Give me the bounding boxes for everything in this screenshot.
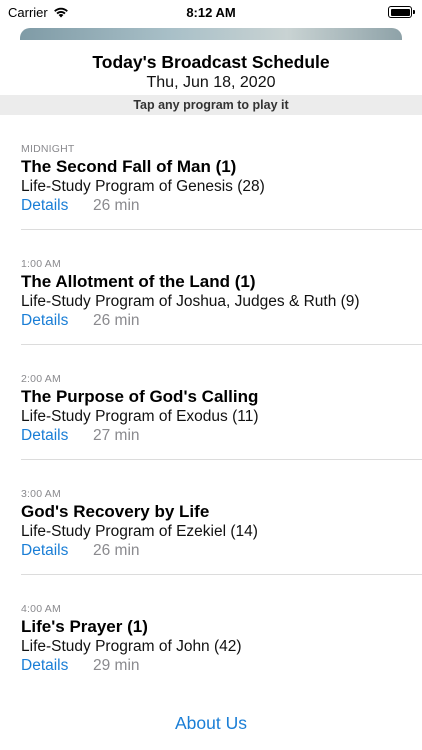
program-duration: 26 min (93, 542, 140, 559)
schedule-date: Thu, Jun 18, 2020 (146, 74, 276, 91)
schedule-sheet: Today's Broadcast Schedule Thu, Jun 18, … (0, 40, 422, 750)
program-series: Life-Study Program of Joshua, Judges & R… (21, 293, 360, 310)
program-series: Life-Study Program of John (42) (21, 638, 242, 655)
program-time: MIDNIGHT (21, 143, 75, 155)
details-link[interactable]: Details (21, 311, 68, 330)
program-title: The Second Fall of Man (1) (21, 157, 237, 176)
carrier-group: Carrier (8, 5, 69, 20)
program-title: The Purpose of God's Calling (21, 387, 259, 406)
details-link[interactable]: Details (21, 196, 68, 215)
details-link[interactable]: Details (21, 656, 68, 675)
program-duration: 26 min (93, 312, 140, 329)
program-item[interactable]: 2:00 AM The Purpose of God's Calling Lif… (0, 345, 422, 460)
program-time: 2:00 AM (21, 373, 61, 385)
hint-text: Tap any program to play it (133, 98, 289, 112)
program-series: Life-Study Program of Genesis (28) (21, 178, 265, 195)
program-item[interactable]: MIDNIGHT The Second Fall of Man (1) Life… (0, 115, 422, 230)
program-title: The Allotment of the Land (1) (21, 272, 256, 291)
details-link[interactable]: Details (21, 541, 68, 560)
program-duration: 26 min (93, 197, 140, 214)
hint-bar: Tap any program to play it (0, 95, 422, 115)
sheet-header: Today's Broadcast Schedule Thu, Jun 18, … (0, 40, 422, 95)
page-title: Today's Broadcast Schedule (92, 52, 330, 72)
program-time: 4:00 AM (21, 603, 61, 615)
program-title: Life's Prayer (1) (21, 617, 148, 636)
program-duration: 29 min (93, 657, 140, 674)
about-us-link[interactable]: About Us (0, 713, 422, 734)
battery-icon (388, 6, 415, 18)
carrier-label: Carrier (8, 4, 48, 20)
program-item[interactable]: 1:00 AM The Allotment of the Land (1) Li… (0, 230, 422, 345)
program-series: Life-Study Program of Ezekiel (14) (21, 523, 258, 540)
wifi-icon (53, 7, 68, 18)
program-time: 3:00 AM (21, 488, 61, 500)
program-time: 1:00 AM (21, 258, 61, 270)
program-item[interactable]: 4:00 AM Life's Prayer (1) Life-Study Pro… (0, 575, 422, 690)
program-title: God's Recovery by Life (21, 502, 210, 521)
program-item[interactable]: 3:00 AM God's Recovery by Life Life-Stud… (0, 460, 422, 575)
status-bar: Carrier 8:12 AM (0, 0, 422, 24)
details-link[interactable]: Details (21, 426, 68, 445)
program-series: Life-Study Program of Exodus (11) (21, 408, 259, 425)
program-duration: 27 min (93, 427, 140, 444)
